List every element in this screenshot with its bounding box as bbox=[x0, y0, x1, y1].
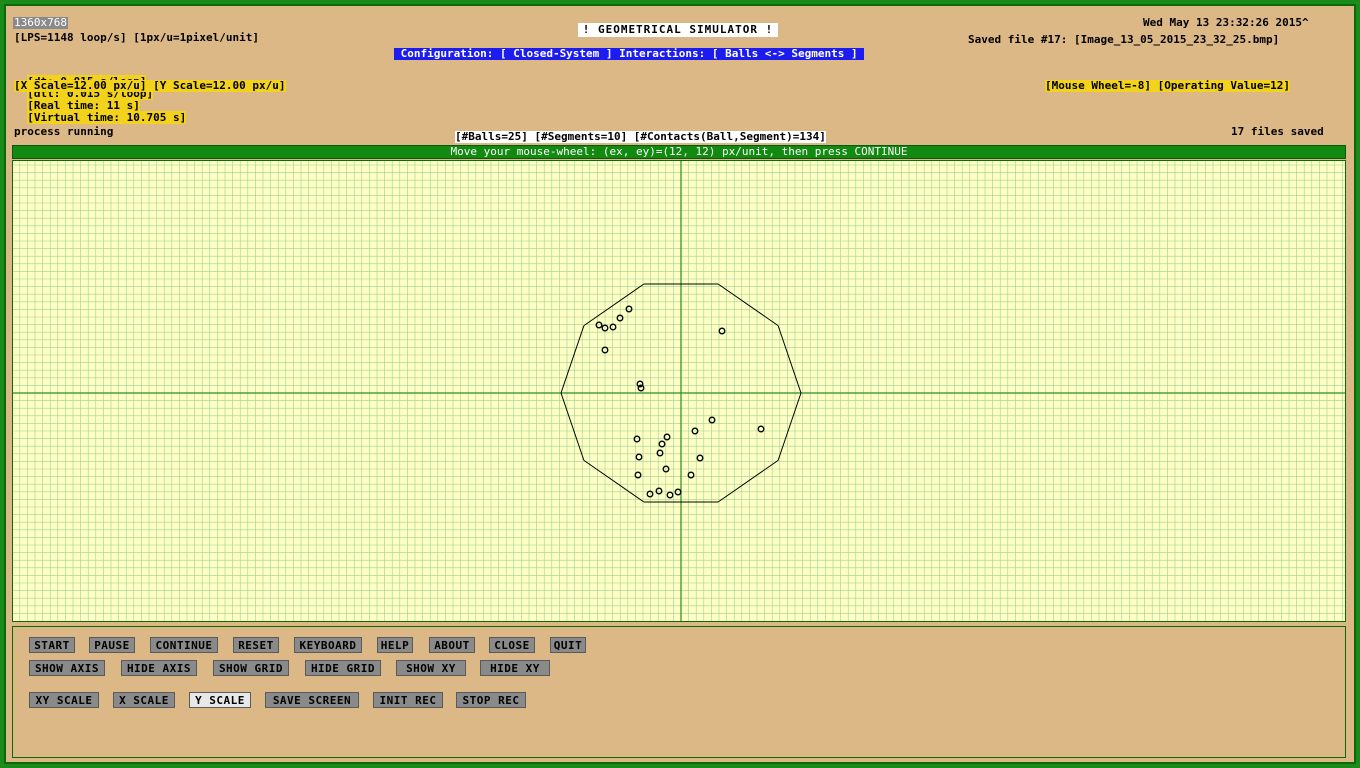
container-segment bbox=[717, 283, 779, 327]
virtual-time-readout: [Virtual time: 10.705 s] bbox=[27, 111, 187, 124]
close-button[interactable]: CLOSE bbox=[489, 637, 535, 653]
process-status: process running bbox=[14, 125, 114, 138]
time-readouts: [dt: 0.015 s/loop] [dtt: 0.015 s/loop] [… bbox=[14, 64, 187, 124]
show-axis-button[interactable]: SHOW AXIS bbox=[29, 660, 105, 676]
ball bbox=[625, 305, 633, 313]
container-segment bbox=[777, 392, 802, 461]
ball bbox=[696, 454, 704, 462]
configuration-banner: Configuration: [ Closed-System ] Interac… bbox=[394, 47, 865, 60]
hide-grid-button[interactable]: HIDE GRID bbox=[305, 660, 381, 676]
ball bbox=[655, 487, 663, 495]
help-button[interactable]: HELP bbox=[377, 637, 413, 653]
show-grid-button[interactable]: SHOW GRID bbox=[213, 660, 289, 676]
lps-readout: [LPS=1148 loop/s] [1px/u=1pixel/unit] bbox=[14, 31, 260, 44]
pause-button[interactable]: PAUSE bbox=[89, 637, 135, 653]
y-scale-button[interactable]: Y SCALE bbox=[189, 692, 251, 708]
container-segment bbox=[583, 459, 645, 503]
datetime: Wed May 13 23:32:26 2015^ bbox=[1143, 16, 1309, 29]
start-button[interactable]: START bbox=[29, 637, 75, 653]
init-rec-button[interactable]: INIT REC bbox=[373, 692, 443, 708]
simulation-drawing bbox=[13, 161, 1345, 621]
keyboard-button[interactable]: KEYBOARD bbox=[294, 637, 362, 653]
save-screen-button[interactable]: SAVE SCREEN bbox=[265, 692, 359, 708]
ball bbox=[635, 453, 643, 461]
ball bbox=[687, 471, 695, 479]
quit-button[interactable]: QUIT bbox=[550, 637, 586, 653]
hide-xy-button[interactable]: HIDE XY bbox=[480, 660, 550, 676]
x-scale-button[interactable]: X SCALE bbox=[113, 692, 175, 708]
reset-button[interactable]: RESET bbox=[233, 637, 279, 653]
simulation-counts: [#Balls=25] [#Segments=10] [#Contacts(Ba… bbox=[455, 130, 826, 143]
ball bbox=[609, 323, 617, 331]
container-segment bbox=[717, 459, 779, 503]
simulation-canvas[interactable] bbox=[12, 160, 1346, 622]
screen-size-tag: 1360x768 bbox=[13, 16, 68, 29]
hide-axis-button[interactable]: HIDE AXIS bbox=[121, 660, 197, 676]
ball bbox=[595, 321, 603, 329]
files-saved-count: 17 files saved bbox=[1231, 125, 1324, 138]
container-segment bbox=[560, 392, 585, 461]
mouse-wheel-readout: [Mouse Wheel=-8] [Operating Value=12] bbox=[1045, 79, 1291, 92]
show-xy-button[interactable]: SHOW XY bbox=[396, 660, 466, 676]
instruction-bar: Move your mouse-wheel: (ex, ey)=(12, 12)… bbox=[12, 145, 1346, 159]
ball bbox=[708, 416, 716, 424]
app-title: ! GEOMETRICAL SIMULATOR ! bbox=[578, 23, 778, 37]
continue-button[interactable]: CONTINUE bbox=[150, 637, 218, 653]
ball bbox=[634, 471, 642, 479]
container-segment bbox=[560, 325, 585, 394]
ball bbox=[666, 491, 674, 499]
stop-rec-button[interactable]: STOP REC bbox=[456, 692, 526, 708]
ball bbox=[663, 433, 671, 441]
saved-file-readout: Saved file #17: [Image_13_05_2015_23_32_… bbox=[968, 33, 1280, 46]
scale-readout: [X Scale=12.00 px/u] [Y Scale=12.00 px/u… bbox=[14, 79, 286, 92]
ball bbox=[718, 327, 726, 335]
about-button[interactable]: ABOUT bbox=[429, 637, 475, 653]
container-segment bbox=[583, 283, 645, 327]
xy-scale-button[interactable]: XY SCALE bbox=[29, 692, 99, 708]
container-segment bbox=[777, 325, 802, 394]
control-panel: START PAUSE CONTINUE RESET KEYBOARD HELP ABOUT… bbox=[12, 626, 1346, 758]
ball bbox=[633, 435, 641, 443]
